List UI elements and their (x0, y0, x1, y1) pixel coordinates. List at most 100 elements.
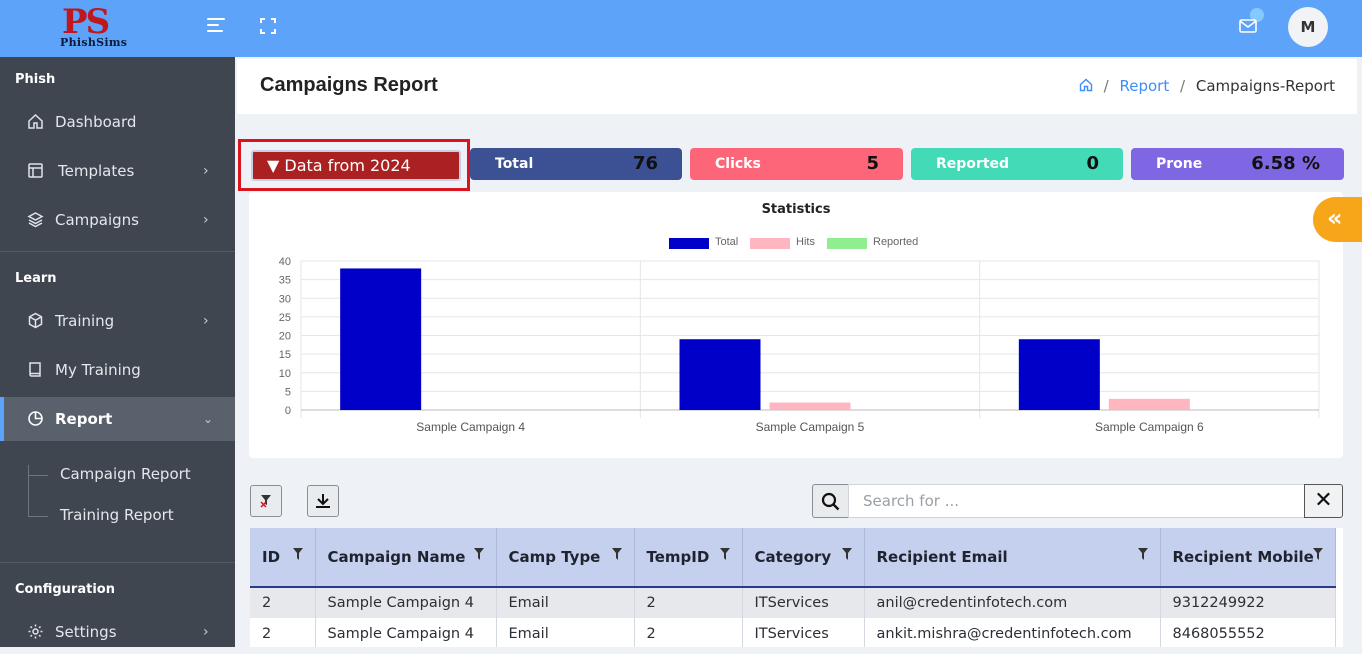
y-tick-label: 20 (279, 331, 291, 343)
stat-prone: Prone 6.58 % (1131, 148, 1344, 180)
book-icon (27, 361, 44, 378)
sidebar-subitem-campaign-report[interactable]: Campaign Report (60, 465, 191, 483)
table-cell: ITServices (742, 587, 865, 618)
chevron-right-icon: › (203, 313, 209, 329)
year-filter-dropdown[interactable]: ▼ Data from 2024 (251, 150, 461, 181)
column-header-id[interactable]: ID (250, 528, 316, 588)
column-header-tempid[interactable]: TempID (634, 528, 743, 588)
breadcrumb: / Report / Campaigns-Report (1079, 77, 1335, 95)
sidebar-item-training[interactable]: Training › (0, 299, 235, 343)
column-header-label: Recipient Email (876, 548, 1008, 566)
sidebar-item-settings[interactable]: Settings › (0, 610, 235, 654)
sidebar-item-report[interactable]: Report ⌄ (0, 397, 235, 441)
sidebar-item-label: Report (55, 410, 113, 428)
column-header-campaign-name[interactable]: Campaign Name (315, 528, 497, 588)
search-input[interactable] (848, 484, 1305, 518)
y-tick-label: 25 (279, 312, 291, 324)
column-header-recipient-email[interactable]: Recipient Email (864, 528, 1161, 588)
user-avatar[interactable]: M (1288, 7, 1328, 47)
sidebar-divider (0, 251, 235, 252)
sidebar-item-my-training[interactable]: My Training (0, 348, 235, 392)
chevron-right-icon: › (203, 624, 209, 640)
download-icon (316, 494, 330, 508)
table-cell: Sample Campaign 4 (315, 618, 497, 647)
sidebar-item-label: Campaigns (55, 211, 140, 229)
mail-icon[interactable] (1239, 18, 1257, 33)
y-tick-label: 30 (279, 293, 291, 305)
stat-value: 76 (632, 153, 658, 174)
stat-label: Clicks (715, 156, 761, 172)
clear-search-button[interactable]: ✕ (1304, 484, 1343, 518)
phishsims-logo[interactable]: PS PhishSims (58, 2, 142, 52)
chevron-right-icon: › (203, 163, 209, 179)
x-tick-label: Sample Campaign 4 (416, 420, 525, 434)
column-header-label: Campaign Name (327, 548, 466, 566)
sidebar-item-templates[interactable]: Templates › (0, 149, 235, 193)
stat-clicks: Clicks 5 (690, 148, 903, 180)
sidebar-subitem-training-report[interactable]: Training Report (60, 506, 174, 524)
clear-filter-button[interactable] (250, 485, 282, 517)
table-row[interactable]: 2 Sample Campaign 4 Email 2 ITServices a… (250, 587, 1336, 618)
table-search: ✕ (812, 484, 1343, 518)
menu-toggle-icon[interactable] (207, 18, 225, 34)
chevron-down-icon: ⌄ (203, 412, 214, 426)
gear-icon (27, 623, 44, 640)
sidebar-section-phish: Phish (15, 72, 56, 87)
x-tick-label: Sample Campaign 5 (756, 420, 865, 434)
column-header-camp-type[interactable]: Camp Type (496, 528, 635, 588)
sidebar-item-campaigns[interactable]: Campaigns › (0, 198, 235, 242)
tree-branch (28, 516, 48, 517)
sidebar-item-label: Templates (58, 162, 135, 180)
filter-clear-icon (260, 495, 271, 508)
table-cell: anil@credentinfotech.com (864, 587, 1161, 618)
stat-label: Prone (1156, 156, 1203, 172)
filter-icon (473, 548, 484, 560)
y-tick-label: 40 (279, 256, 291, 268)
search-button[interactable] (812, 484, 849, 518)
table-cell: 2 (250, 587, 316, 618)
table-cell: Email (496, 618, 635, 647)
table-cell: Email (496, 587, 635, 618)
x-tick-label: Sample Campaign 6 (1095, 420, 1204, 434)
breadcrumb-report-link[interactable]: Report (1120, 77, 1170, 95)
breadcrumb-separator: / (1103, 77, 1109, 95)
tree-line (28, 465, 29, 517)
statistics-bar-chart: 0 5 10 15 20 25 30 35 40 Sample Campaign 4 Sample … (279, 256, 1320, 434)
top-navbar: PS PhishSims M (0, 0, 1362, 57)
sidebar-section-learn: Learn (15, 271, 57, 286)
column-header-label: Camp Type (508, 548, 601, 566)
page-header: Campaigns Report / Report / Campaigns-Re… (237, 59, 1357, 114)
home-icon[interactable] (1079, 78, 1093, 92)
table-cell: 2 (250, 618, 316, 647)
table-cell: 2 (634, 587, 743, 618)
sidebar-section-configuration: Configuration (15, 582, 115, 597)
column-header-category[interactable]: Category (742, 528, 865, 588)
y-tick-label: 5 (285, 386, 291, 398)
bar-total (1018, 339, 1100, 410)
y-tick-label: 10 (279, 368, 291, 380)
download-button[interactable] (307, 485, 339, 517)
table-row[interactable]: 2 Sample Campaign 4 Email 2 ITServices a… (250, 618, 1336, 647)
breadcrumb-current: Campaigns-Report (1195, 77, 1335, 95)
fullscreen-icon[interactable] (260, 18, 276, 34)
collapse-panel-tab[interactable]: « (1313, 197, 1362, 242)
year-filter-highlight: ▼ Data from 2024 (238, 139, 470, 191)
filter-icon (1137, 548, 1148, 560)
y-tick-label: 35 (279, 275, 291, 287)
chevron-right-icon: › (203, 212, 209, 228)
filter-icon (611, 548, 622, 560)
home-icon (27, 113, 44, 130)
table-cell: 8468055552 (1160, 618, 1336, 647)
column-header-recipient-mobile[interactable]: Recipient Mobile (1160, 528, 1336, 588)
table-cell: ankit.mishra@credentinfotech.com (864, 618, 1161, 647)
breadcrumb-separator: / (1180, 77, 1186, 95)
filter-icon (1312, 548, 1323, 560)
sidebar-item-label: Dashboard (55, 113, 137, 131)
layers-icon (27, 211, 44, 228)
table-cell: 9312249922 (1160, 587, 1336, 618)
cube-icon (27, 312, 44, 329)
sidebar-item-dashboard[interactable]: Dashboard (0, 100, 235, 144)
stat-value: 6.58 % (1251, 153, 1320, 174)
stat-total: Total 76 (470, 148, 682, 180)
sidebar-item-label: My Training (55, 361, 141, 379)
